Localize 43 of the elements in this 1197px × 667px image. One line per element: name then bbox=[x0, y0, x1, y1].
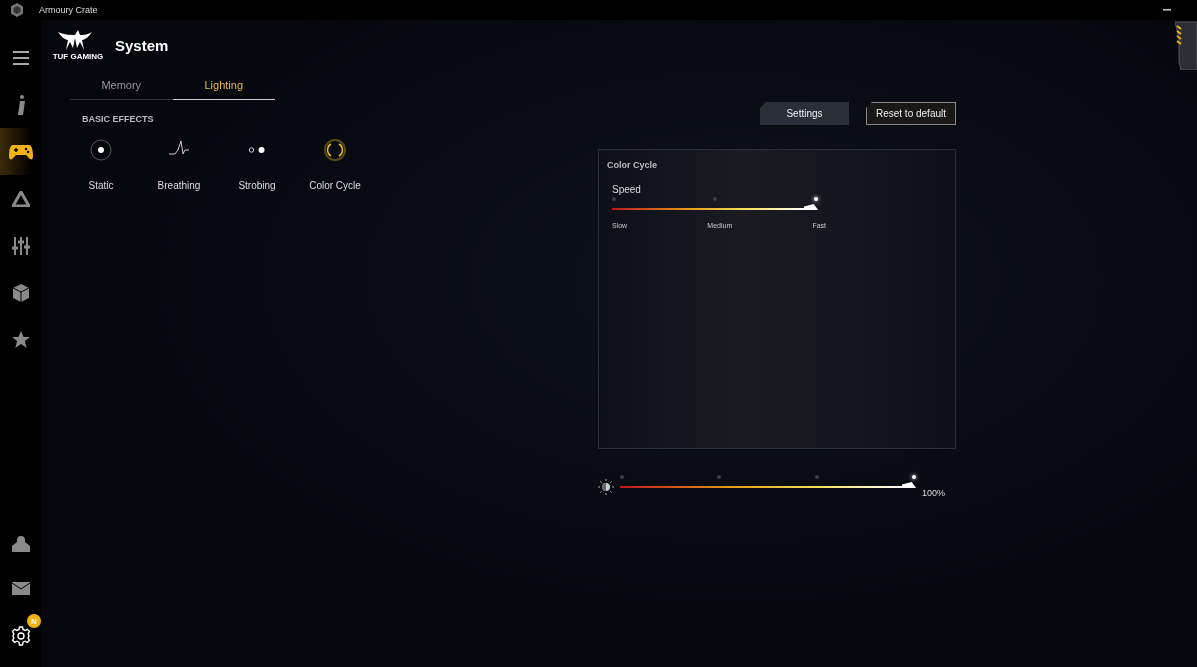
effect-option[interactable]: Static bbox=[62, 138, 140, 191]
brightness-icon bbox=[598, 479, 614, 495]
sliders-icon bbox=[11, 236, 30, 255]
menu-icon bbox=[12, 50, 29, 65]
info-icon bbox=[16, 94, 25, 115]
brightness-reading: 100% bbox=[922, 488, 946, 498]
effect-option[interactable]: Strobing bbox=[218, 138, 296, 191]
two-dots-icon bbox=[248, 146, 266, 154]
speed-slider[interactable] bbox=[612, 204, 818, 210]
panel-title: Color Cycle bbox=[607, 160, 658, 170]
effect-option[interactable]: Breathing bbox=[140, 138, 218, 191]
static-effect-icon bbox=[89, 138, 113, 162]
tick-dot bbox=[612, 197, 616, 201]
slider-thumb[interactable] bbox=[804, 204, 818, 210]
mail-icon bbox=[11, 582, 30, 595]
app-logo-icon bbox=[10, 3, 24, 17]
cycle-circle-icon bbox=[323, 138, 347, 162]
slider-label: Speed bbox=[612, 184, 642, 195]
notification-badge: N bbox=[27, 614, 41, 628]
slider-thumb[interactable] bbox=[902, 482, 916, 488]
logo-text: TUF GAMING bbox=[52, 51, 104, 61]
tick-dot bbox=[814, 475, 819, 479]
star-icon bbox=[11, 330, 30, 349]
page-title: System bbox=[115, 36, 169, 54]
triangle-icon bbox=[11, 190, 30, 207]
effect-option[interactable]: Color Cycle bbox=[296, 138, 374, 191]
tick-dot bbox=[713, 197, 717, 201]
window-title: Armoury Crate bbox=[39, 5, 99, 15]
tick-dot bbox=[717, 475, 722, 479]
brightness-slider[interactable] bbox=[620, 482, 916, 488]
tab[interactable]: Lighting bbox=[172, 70, 275, 100]
cube-icon bbox=[11, 282, 30, 303]
settings-icon bbox=[10, 625, 31, 646]
tick-dot bbox=[814, 197, 818, 201]
minimize-icon bbox=[1163, 9, 1171, 11]
tab[interactable]: Memory bbox=[70, 70, 173, 100]
settings-button[interactable]: Settings bbox=[760, 102, 849, 125]
section-title: BASIC EFFECTS bbox=[82, 114, 155, 124]
side-handle-drawing bbox=[1175, 20, 1197, 70]
reset-button[interactable]: Reset to default bbox=[866, 102, 956, 125]
gamepad-icon bbox=[8, 143, 33, 160]
tick-dot bbox=[912, 475, 916, 479]
tick-dot bbox=[620, 475, 624, 479]
